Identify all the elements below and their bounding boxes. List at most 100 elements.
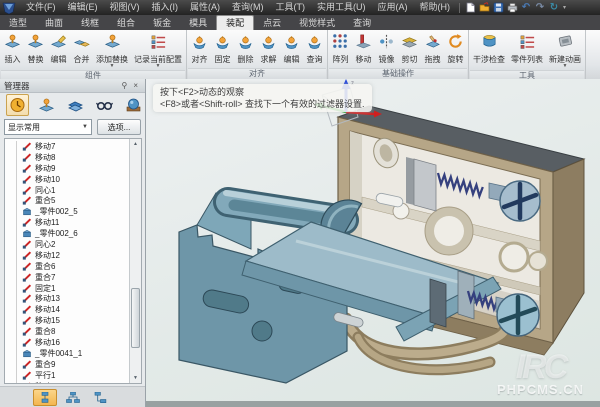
tree-view-mode-1-button[interactable] [33,389,57,406]
layers-icon[interactable] [64,94,87,116]
menu-item[interactable]: 属性(A) [184,0,226,15]
tree-item[interactable]: 重合8 [5,326,130,337]
watermark-text: PHPCMS.CN [497,382,584,397]
ribbon-button[interactable]: 编辑 [280,31,303,68]
view-icon[interactable] [93,94,116,116]
ribbon-button[interactable]: 插入 [1,31,24,70]
ribbon-tab-装配[interactable]: 装配 [216,15,254,30]
close-icon[interactable]: × [130,81,141,90]
ribbon-tab-模具[interactable]: 模具 [180,16,216,30]
new-file-icon[interactable] [463,1,477,14]
interf-icon [481,33,498,55]
tree-item[interactable]: 移动16 [5,337,130,348]
scroll-down-icon[interactable]: ▼ [133,373,138,383]
tree-item[interactable]: 重合5 [5,195,130,206]
tree-item[interactable]: _零件002_6 [5,228,130,239]
ribbon-button[interactable]: 编辑 [47,31,70,70]
tree-view-mode-3-button[interactable] [89,389,113,406]
ribbon-tab-钣金[interactable]: 钣金 [144,16,180,30]
ribbon-tab-视觉样式[interactable]: 视觉样式 [290,16,344,30]
menu-item[interactable]: 实用工具(U) [311,0,372,15]
ribbon-tab-造型[interactable]: 造型 [0,16,36,30]
ribbon-tab-组合[interactable]: 组合 [108,16,144,30]
ribbon-button[interactable]: 移动 [352,31,375,68]
pin-icon[interactable]: ⚲ [118,81,130,90]
ribbon-button[interactable]: 阵列 [329,31,352,68]
menu-item[interactable]: 编辑(E) [62,0,104,15]
save-icon[interactable] [491,1,505,14]
ribbon-button[interactable]: 干涉检查 [470,31,508,70]
redo-icon[interactable]: ↷ [533,1,547,14]
menu-item[interactable]: 工具(T) [270,0,312,15]
tree-view-mode-2-button[interactable] [61,389,85,406]
ribbon-button[interactable]: 固定 [211,31,234,68]
ribbon-button[interactable]: 添加替换▼ [93,31,131,70]
open-icon[interactable] [477,1,491,14]
tree-item[interactable]: 平行1 [5,370,130,381]
tree-item[interactable]: 移动11 [5,217,130,228]
part-icon [22,349,32,358]
menu-item[interactable]: 文件(F) [20,0,62,15]
ribbon-button[interactable]: 新建动画▼ [546,31,584,70]
tree-item[interactable]: _零件0041_1 [5,348,130,359]
ribbon-button-label: 编辑 [51,55,67,64]
tree-item[interactable]: 移动15 [5,315,130,326]
tree-item[interactable]: 移动8 [5,152,130,163]
ribbon-button-label: 拖拽 [425,55,441,64]
tree-item[interactable]: 移动14 [5,304,130,315]
tree-item[interactable]: 固定1 [5,283,130,294]
undo-icon[interactable]: ↶ [519,1,533,14]
tree-item[interactable]: 移动12 [5,250,130,261]
menu-item[interactable]: 视图(V) [104,0,146,15]
tree-item[interactable]: 移动17 [5,381,130,384]
ribbon-tab-点云[interactable]: 点云 [254,16,290,30]
ribbon-button[interactable]: 合并 [70,31,93,70]
tree-item[interactable]: 同心1 [5,185,130,196]
ribbon-tab-查询[interactable]: 查询 [344,16,380,30]
ribbon-button[interactable]: 替换 [24,31,47,70]
history-icon[interactable] [6,94,29,116]
tree-item[interactable]: 重合7 [5,272,130,283]
print-icon[interactable] [505,1,519,14]
tree-scrollbar[interactable]: ▲ ▼ [129,139,141,383]
tree-item[interactable]: 移动13 [5,293,130,304]
ribbon-button[interactable]: 查询 [303,31,326,68]
menu-item[interactable]: 查询(M) [226,0,270,15]
tree-item[interactable]: _零件002_5 [5,206,130,217]
tree-item[interactable]: 移动9 [5,163,130,174]
refresh-icon[interactable]: ↻ [547,1,561,14]
menu-item[interactable]: 帮助(H) [414,0,457,15]
scrollbar-thumb[interactable] [131,288,140,348]
tree-item[interactable]: 重合6 [5,261,130,272]
tree-item[interactable]: 同心2 [5,239,130,250]
list-icon [519,33,536,55]
ribbon-button-label: 编辑 [284,55,300,64]
cut-icon [401,33,418,55]
3d-viewport[interactable]: z 按下<F2>动态的观察 <F8>或者<Shift-roll> 查找下一个有效… [146,79,600,407]
ribbon-button[interactable]: 拖拽 [421,31,444,68]
scroll-up-icon[interactable]: ▲ [133,139,138,149]
options-button[interactable]: 选项... [97,119,141,135]
ribbon-tab-线框[interactable]: 线框 [72,16,108,30]
render-icon[interactable] [122,94,145,116]
menu-item[interactable]: 应用(A) [372,0,414,15]
menu-item[interactable]: 插入(I) [146,0,185,15]
ribbon-button[interactable]: 零件列表 [508,31,546,70]
ribbon-button[interactable]: 剪切 [398,31,421,68]
ribbon-button[interactable]: 对齐 [188,31,211,68]
tree-item[interactable]: 移动7 [5,141,130,152]
tree-item[interactable]: 移动10 [5,174,130,185]
constraint-icon [22,273,32,282]
tree-item[interactable]: 重合9 [5,359,130,370]
ribbon-tab-曲面[interactable]: 曲面 [36,16,72,30]
ribbon-button[interactable]: 记录当前配置▼ [131,31,185,70]
chevron-down-icon: ▼ [156,64,161,69]
assembly-icon[interactable] [35,94,58,116]
ribbon-button[interactable]: 求解 [257,31,280,68]
display-filter-dropdown[interactable]: 显示常用 ▼ [4,119,92,135]
ribbon-button[interactable]: 旋转 [444,31,467,68]
ribbon-button[interactable]: 删除 [234,31,257,68]
quickbar-overflow-caret[interactable]: ▾ [563,4,566,11]
ribbon-button[interactable]: 镜像 [375,31,398,68]
block-body[interactable] [329,106,584,355]
